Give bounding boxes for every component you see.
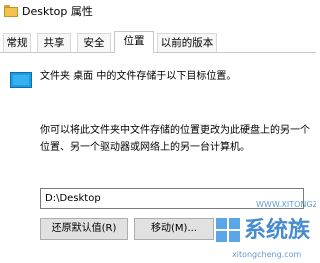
watermark-url: xitongcheng.com	[232, 250, 302, 259]
watermark-top-text: WWW.XITONGZU.COM	[256, 200, 316, 209]
watermark-brand: 系统族	[244, 218, 311, 243]
tab-sharing[interactable]: 共享	[37, 33, 71, 52]
site-watermark: WWW.XITONGZU.COM 系统族 xitongcheng.com	[212, 198, 316, 263]
tab-previous-versions[interactable]: 以前的版本	[157, 33, 217, 52]
tab-general[interactable]: 常规	[3, 33, 31, 52]
tab-strip: 常规 共享 安全 位置 以前的版本	[0, 31, 316, 53]
windows-logo-icon	[216, 218, 242, 244]
location-description: 文件夹 桌面 中的文件存储于以下目标位置。	[40, 71, 237, 82]
restore-default-button[interactable]: 还原默认值(R)	[40, 218, 128, 240]
move-button[interactable]: 移动(M)...	[134, 218, 214, 240]
folder-icon	[4, 5, 18, 17]
desktop-monitor-icon	[10, 72, 32, 88]
title-bar: Desktop 属性	[0, 0, 316, 24]
explanation-line-1: 你可以将此文件夹中文件存储的位置更改为此硬盘上的另一个	[40, 125, 310, 136]
location-explanation: 你可以将此文件夹中文件存储的位置更改为此硬盘上的另一个 位置、另一个驱动器或网络…	[40, 122, 310, 156]
window-title: Desktop 属性	[22, 5, 93, 18]
explanation-line-2: 位置、另一个驱动器或网络上的另一台计算机。	[40, 142, 250, 153]
tab-security[interactable]: 安全	[77, 33, 111, 52]
tab-location[interactable]: 位置	[114, 31, 154, 53]
